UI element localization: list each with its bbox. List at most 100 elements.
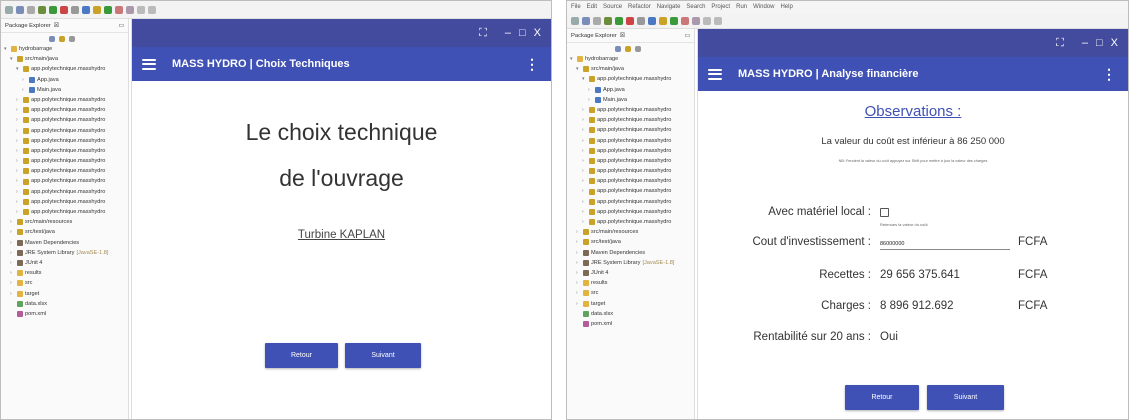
tree-item[interactable]: › Maven Dependencies (1, 238, 128, 248)
expand-arrow-icon[interactable]: › (576, 227, 581, 237)
tree-item[interactable]: › src/main/resources (567, 227, 694, 237)
tree-item[interactable]: › src (1, 278, 128, 288)
tree-item[interactable]: ▾ src/main/java (1, 54, 128, 64)
collapse-all-icon[interactable] (615, 45, 621, 52)
expand-arrow-icon[interactable]: ▾ (10, 54, 15, 64)
package-icon[interactable] (93, 5, 101, 14)
expand-arrow-icon[interactable]: › (576, 278, 581, 288)
minimize-icon[interactable]: – (505, 27, 511, 39)
tree-item[interactable]: data.xlsx (1, 299, 128, 309)
tree-item[interactable]: › src/test/java (1, 227, 128, 237)
expand-arrow-icon[interactable]: › (16, 126, 21, 136)
overflow-menu-icon[interactable]: ⋮ (525, 56, 551, 73)
minimize-view-icon[interactable]: ▭ (685, 33, 690, 39)
save-icon[interactable] (582, 16, 590, 25)
tree-item[interactable]: › app.polytechnique.masshydro (567, 146, 694, 156)
technical-choice[interactable]: Turbine KAPLAN (132, 229, 551, 241)
tree-item[interactable]: › Maven Dependencies (567, 248, 694, 258)
expand-arrow-icon[interactable]: › (16, 207, 21, 217)
expand-arrow-icon[interactable]: › (16, 95, 21, 105)
menu-icon[interactable] (708, 68, 722, 80)
next-button[interactable]: Suivant (345, 343, 421, 368)
fullscreen-icon[interactable]: ⛶ (479, 27, 487, 40)
tree-item[interactable]: › app.polytechnique.masshydro (567, 197, 694, 207)
expand-arrow-icon[interactable]: › (16, 156, 21, 166)
tree-item[interactable]: › app.polytechnique.masshydro (1, 126, 128, 136)
expand-arrow-icon[interactable]: ▾ (582, 74, 587, 84)
expand-arrow-icon[interactable]: › (582, 197, 587, 207)
tree-item[interactable]: › src (567, 288, 694, 298)
expand-arrow-icon[interactable]: › (582, 136, 587, 146)
tree-item[interactable]: ▾ app.polytechnique.masshydro (1, 64, 128, 74)
tree-item[interactable]: › app.polytechnique.masshydro (1, 197, 128, 207)
tree-item[interactable]: › app.polytechnique.masshydro (567, 115, 694, 125)
tree-item[interactable]: › JUnit 4 (567, 268, 694, 278)
class-icon[interactable] (104, 5, 112, 14)
refresh-icon[interactable] (681, 16, 689, 25)
link-editor-icon[interactable] (59, 35, 65, 42)
refresh-icon[interactable] (115, 5, 123, 14)
expand-arrow-icon[interactable]: › (582, 207, 587, 217)
search-icon[interactable] (82, 5, 90, 14)
tree-item[interactable]: › app.polytechnique.masshydro (567, 166, 694, 176)
view-menu-icon[interactable] (635, 45, 641, 52)
open-type-icon[interactable] (692, 16, 700, 25)
expand-arrow-icon[interactable]: › (10, 227, 15, 237)
tree-item[interactable]: › Main.java (567, 95, 694, 105)
menu-item-help[interactable]: Help (780, 4, 792, 10)
tree-item[interactable]: › target (567, 299, 694, 309)
expand-arrow-icon[interactable]: › (582, 186, 587, 196)
expand-arrow-icon[interactable]: › (576, 268, 581, 278)
next-button[interactable]: Suivant (927, 385, 1004, 410)
tree-item[interactable]: › results (1, 268, 128, 278)
tree-item[interactable]: data.xlsx (567, 309, 694, 319)
tree-item[interactable]: › app.polytechnique.masshydro (567, 105, 694, 115)
close-icon[interactable]: X (534, 27, 541, 39)
tree-item[interactable]: › app.polytechnique.masshydro (567, 156, 694, 166)
close-view-icon[interactable]: ☒ (54, 23, 59, 29)
debug-icon[interactable] (604, 16, 612, 25)
expand-arrow-icon[interactable]: › (10, 258, 15, 268)
expand-arrow-icon[interactable]: › (16, 166, 21, 176)
expand-arrow-icon[interactable]: › (582, 166, 587, 176)
tree-item[interactable]: › App.java (567, 85, 694, 95)
tree-item[interactable]: › target (1, 289, 128, 299)
expand-arrow-icon[interactable]: › (576, 248, 581, 258)
expand-arrow-icon[interactable]: › (16, 197, 21, 207)
expand-arrow-icon[interactable]: › (10, 289, 15, 299)
forward-icon[interactable] (714, 16, 722, 25)
back-icon[interactable] (137, 5, 145, 14)
menu-item-run[interactable]: Run (736, 4, 747, 10)
tree-item[interactable]: › app.polytechnique.masshydro (567, 176, 694, 186)
new-icon[interactable] (571, 16, 579, 25)
tree-item[interactable]: › app.polytechnique.masshydro (1, 176, 128, 186)
tree-item[interactable]: › app.polytechnique.masshydro (567, 125, 694, 135)
tree-item[interactable]: › src/test/java (567, 237, 694, 247)
overflow-menu-icon[interactable]: ⋮ (1102, 66, 1128, 83)
back-button[interactable]: Retour (265, 343, 338, 368)
menu-item-edit[interactable]: Edit (587, 4, 597, 10)
tree-item[interactable]: › app.polytechnique.masshydro (567, 217, 694, 227)
tree-item[interactable]: › app.polytechnique.masshydro (1, 136, 128, 146)
expand-arrow-icon[interactable]: › (16, 115, 21, 125)
menu-item-navigate[interactable]: Navigate (657, 4, 681, 10)
menu-item-source[interactable]: Source (603, 4, 622, 10)
maximize-icon[interactable]: □ (1096, 37, 1103, 49)
tree-item[interactable]: ▾ hydrobarrage (1, 44, 128, 54)
back-button[interactable]: Retour (845, 385, 919, 410)
expand-arrow-icon[interactable]: › (582, 217, 587, 227)
tree-item[interactable]: › app.polytechnique.masshydro (1, 105, 128, 115)
expand-arrow-icon[interactable]: › (22, 85, 27, 95)
close-view-icon[interactable]: ☒ (620, 33, 625, 39)
forward-icon[interactable] (148, 5, 156, 14)
tree-item[interactable]: › app.polytechnique.masshydro (1, 166, 128, 176)
expand-arrow-icon[interactable]: › (582, 146, 587, 156)
minimize-view-icon[interactable]: ▭ (119, 23, 124, 29)
menu-item-project[interactable]: Project (711, 4, 730, 10)
tree-item[interactable]: › App.java (1, 75, 128, 85)
expand-arrow-icon[interactable]: › (10, 278, 15, 288)
tree-item[interactable]: › app.polytechnique.masshydro (1, 207, 128, 217)
menu-item-window[interactable]: Window (753, 4, 774, 10)
new-icon[interactable] (5, 5, 13, 14)
expand-arrow-icon[interactable]: › (10, 238, 15, 248)
